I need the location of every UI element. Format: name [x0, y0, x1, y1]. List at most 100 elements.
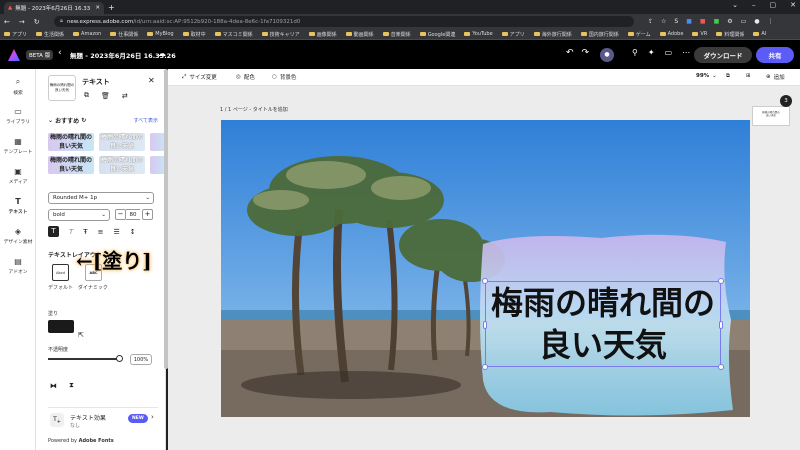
text-preset[interactable]: 梅雨の晴れ間の 良い天気 — [48, 133, 94, 151]
font-weight-select[interactable]: bold ⌄ — [48, 209, 110, 221]
forward-icon[interactable]: → — [19, 18, 25, 26]
bookmark-item[interactable]: YouTube — [464, 31, 493, 37]
bookmark-item[interactable]: マスコミ関係 — [214, 31, 253, 38]
bookmark-item[interactable]: 動画関係 — [345, 31, 374, 38]
bookmark-item[interactable]: アプリ — [4, 31, 27, 38]
text-style-icon[interactable]: T — [48, 226, 59, 237]
share-page-icon[interactable]: ⇪ — [648, 18, 653, 25]
close-tab-icon[interactable]: ✕ — [95, 5, 100, 11]
star-icon[interactable]: ☆ — [661, 18, 666, 25]
rail-item-library[interactable]: ▭ ライブラリ — [0, 107, 36, 125]
see-all-link[interactable]: すべて表示 — [134, 117, 158, 124]
font-size-decrease-button[interactable]: − — [115, 209, 126, 220]
opacity-slider-track[interactable] — [48, 358, 120, 360]
resize-button[interactable]: ⤢ サイズ変更 — [182, 73, 217, 82]
reload-icon[interactable]: ↻ — [34, 18, 40, 26]
tab-search-icon[interactable]: ⌄ — [732, 1, 738, 9]
text-effects-row[interactable]: T+ テキスト効果 なし NEW › — [48, 407, 158, 429]
comment-icon[interactable]: ▭ — [665, 48, 673, 57]
bookmark-item[interactable]: AI — [753, 31, 766, 37]
extension-blue-icon[interactable]: ■ — [686, 18, 692, 25]
download-button[interactable]: ダウンロード — [694, 47, 752, 63]
resize-handle[interactable] — [718, 364, 724, 370]
location-pin-icon[interactable]: ⚲ — [632, 48, 638, 57]
rail-item-templates[interactable]: ▦ テンプレート — [0, 137, 36, 155]
page-thumbnail[interactable]: 梅雨の晴れ間の 良い天気 — [752, 106, 790, 126]
share-button[interactable]: 共有 — [756, 47, 794, 63]
align-center-icon[interactable]: ≡ — [98, 228, 104, 236]
bookmark-item[interactable]: VR — [692, 31, 707, 37]
fill-color-swatch[interactable] — [48, 320, 74, 333]
maximize-icon[interactable]: ▢ — [770, 1, 777, 9]
bookmark-item[interactable]: 仕事関係 — [110, 31, 138, 38]
line-spacing-icon[interactable]: ↕ — [130, 228, 136, 236]
rail-item-design-assets[interactable]: ◈ デザイン素材 — [0, 227, 36, 245]
resize-handle[interactable] — [482, 278, 488, 284]
new-tab-icon[interactable]: + — [108, 3, 115, 12]
opacity-slider-handle[interactable] — [116, 355, 123, 362]
background-color-button[interactable]: ○ 背景色 — [272, 73, 296, 81]
resize-handle[interactable] — [719, 321, 723, 329]
resize-handle[interactable] — [483, 321, 487, 329]
opacity-input[interactable]: 100% — [130, 354, 152, 365]
bookmark-item[interactable]: ゲーム — [627, 31, 651, 38]
sidebar-icon[interactable]: ▭ — [741, 18, 747, 25]
zoom-select[interactable]: 99% ⌄ — [696, 73, 717, 79]
more-options-icon[interactable]: ⋯ — [682, 48, 690, 57]
back-icon[interactable]: ← — [4, 18, 10, 26]
grid-icon[interactable]: ⊞ — [746, 73, 751, 79]
adobe-express-logo-icon[interactable] — [8, 49, 20, 61]
italic-t-icon[interactable]: T — [69, 228, 73, 236]
rail-item-text[interactable]: T テキスト — [0, 197, 36, 215]
text-preset[interactable]: 梅雨の晴れ間の 良い天気 — [48, 156, 94, 174]
layout-default-option[interactable]: Abcd — [52, 264, 69, 281]
bookmark-item[interactable]: 技術キャリア — [261, 31, 300, 38]
replace-icon[interactable]: ⇄ — [122, 92, 128, 100]
puzzle-icon[interactable]: ⚙ — [727, 18, 732, 25]
selected-text-element[interactable]: 梅雨の晴れ間の 良い天気 — [482, 278, 724, 370]
back-chevron-icon[interactable]: ‹ — [58, 48, 62, 58]
extension-red-icon[interactable]: ■ — [700, 18, 706, 25]
close-icon[interactable]: ✕ — [148, 76, 155, 85]
bookmark-item[interactable]: 海外旅行関係 — [533, 31, 572, 38]
menu-dots-icon[interactable]: ⋮ — [768, 18, 774, 25]
bookmark-item[interactable]: アプリ — [501, 31, 525, 38]
color-scheme-button[interactable]: ◎ 配色 — [236, 73, 255, 81]
undo-icon[interactable]: ↶ — [566, 48, 574, 58]
close-window-icon[interactable]: ✕ — [790, 1, 796, 9]
bookmark-item[interactable]: Google関連 — [419, 31, 455, 38]
add-page-button[interactable]: ⊕ 追加 — [766, 73, 785, 81]
delete-icon[interactable]: 🗑︎ — [101, 92, 110, 100]
redo-icon[interactable]: ↷ — [582, 48, 590, 58]
bookmark-item[interactable]: 国内旅行関係 — [580, 31, 619, 38]
bookmark-item[interactable]: 取材中 — [182, 31, 206, 38]
bookmark-item[interactable]: MyBlog — [147, 31, 174, 37]
flip-horizontal-icon[interactable]: ⧓ — [50, 382, 57, 390]
rail-item-search[interactable]: ⌕ 検索 — [0, 77, 36, 96]
bookmark-item[interactable]: Adobe — [659, 31, 683, 37]
beach-photo[interactable] — [221, 120, 750, 417]
minimize-icon[interactable]: – — [752, 1, 756, 9]
refresh-icon[interactable]: ↻ — [81, 117, 86, 124]
rail-item-addons[interactable]: ▤ アドオン — [0, 257, 36, 275]
page-label[interactable]: 1 / 1 ページ - タイトルを追加 — [220, 106, 288, 113]
font-size-input[interactable]: 80 — [126, 209, 140, 220]
font-size-increase-button[interactable]: + — [142, 209, 153, 220]
list-icon[interactable]: ☰ — [113, 228, 119, 236]
bookmark-item[interactable]: Amazon — [73, 31, 101, 37]
rail-item-media[interactable]: ▣ メディア — [0, 167, 36, 185]
profile-icon[interactable]: ● — [754, 18, 759, 25]
bookmark-item[interactable]: 画像関係 — [308, 31, 337, 38]
bookmark-item[interactable]: 生活関係 — [36, 31, 64, 38]
resize-handle[interactable] — [482, 364, 488, 370]
duplicate-icon[interactable]: ⧉ — [84, 91, 89, 100]
align-vertical-icon[interactable]: ⧗ — [69, 381, 74, 390]
collaborator-avatar[interactable]: ● — [600, 48, 614, 62]
text-transform-icon[interactable]: Ŧ — [83, 228, 87, 236]
chevron-down-icon[interactable]: ⌄ — [48, 117, 53, 124]
browser-tab[interactable]: ▲ 無題 - 2023年6月26日 16.33.26 ✕ — [4, 2, 104, 14]
extension-s-icon[interactable]: S — [674, 18, 678, 25]
url-field[interactable]: 🔒︎ new.express.adobe.com/id/urn:aaid:sc:… — [54, 16, 634, 27]
text-preset[interactable]: 梅雨の晴れ間の 良い天気 — [99, 133, 145, 151]
resize-handle[interactable] — [718, 278, 724, 284]
